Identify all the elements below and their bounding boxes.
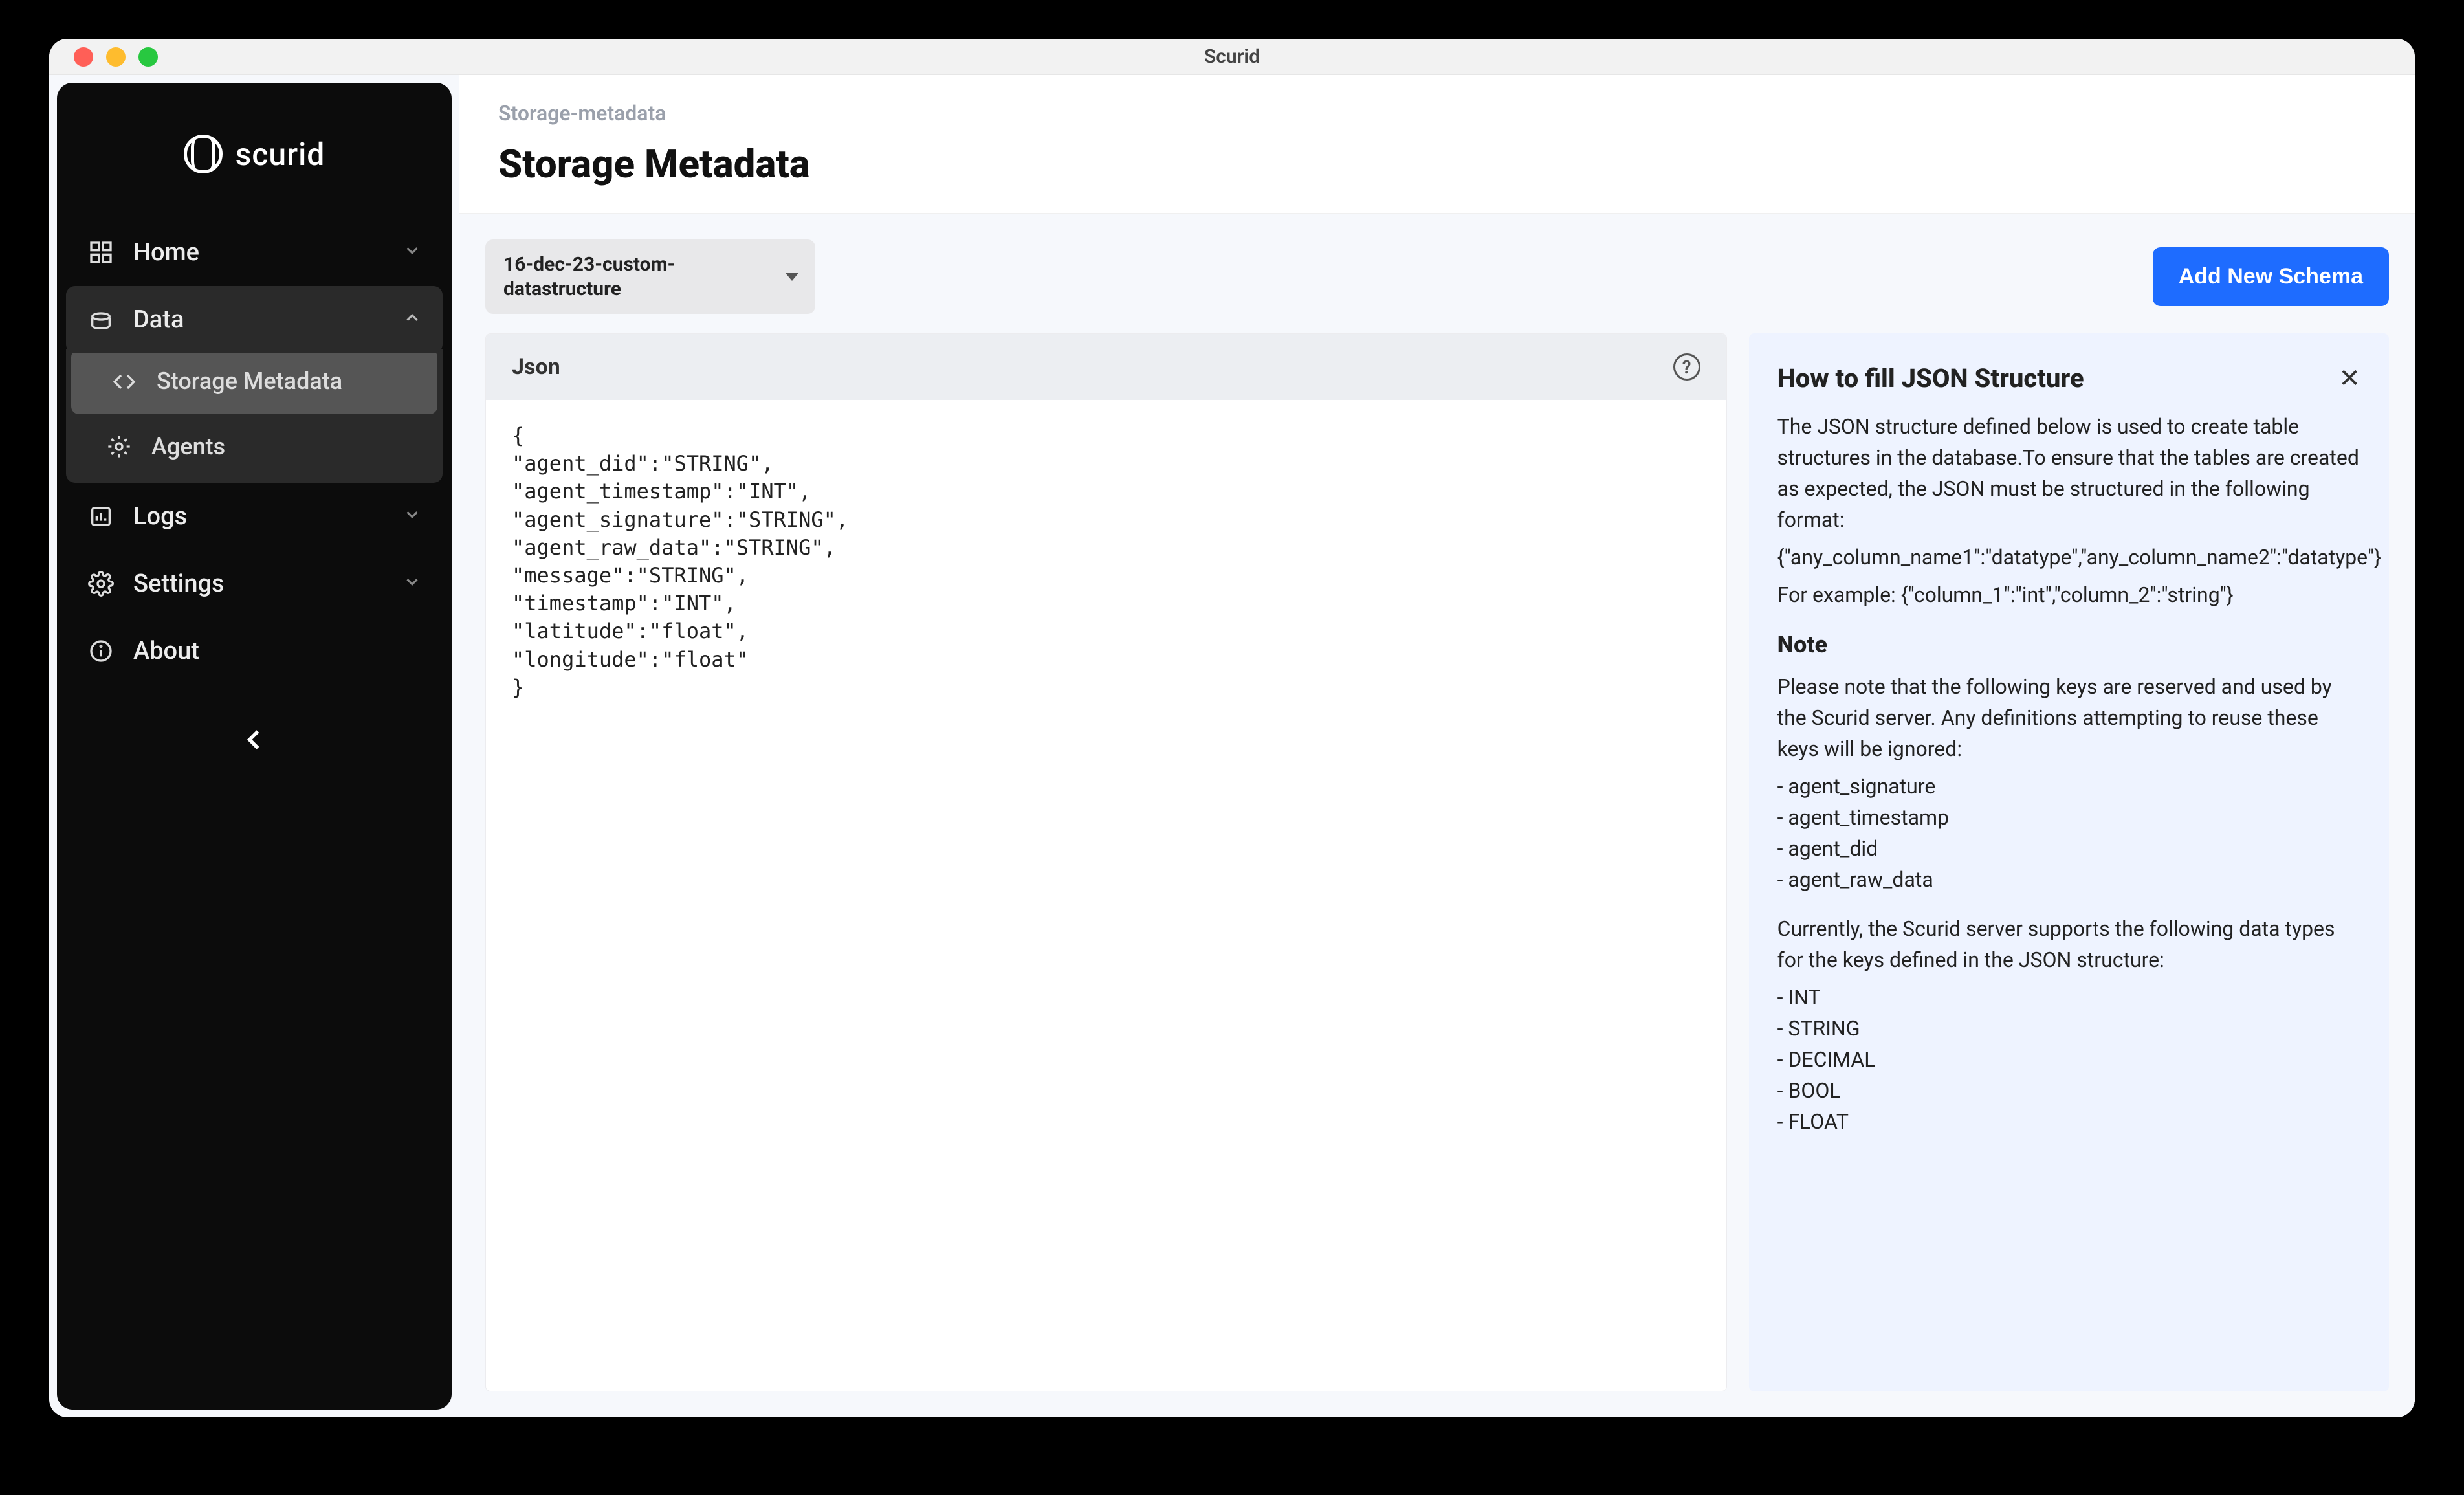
sidebar-item-settings[interactable]: Settings (66, 550, 443, 617)
content: 16-dec-23-custom-datastructure Add New S… (459, 214, 2415, 1417)
help-reserved-keys: - agent_signature - agent_timestamp - ag… (1777, 771, 2360, 895)
sidebar-item-label: Home (133, 238, 199, 267)
logs-icon (87, 502, 115, 531)
help-icon[interactable]: ? (1673, 353, 1700, 381)
titlebar: Scurid (49, 39, 2415, 75)
sidebar-item-label: Storage Metadata (157, 368, 342, 395)
help-note-intro: Please note that the following keys are … (1777, 671, 2360, 764)
sidebar-item-storage-metadata[interactable]: Storage Metadata (71, 349, 437, 414)
code-icon (110, 368, 138, 396)
json-panel-header: Json ? (486, 334, 1726, 400)
close-icon[interactable]: ✕ (2338, 359, 2360, 398)
help-example: For example: {"column_1":"int","column_2… (1777, 579, 2360, 610)
sidebar-item-logs[interactable]: Logs (66, 483, 443, 550)
agents-icon (105, 432, 133, 461)
help-note-heading: Note (1777, 627, 2360, 662)
app-body: scurid Home Data (49, 75, 2415, 1417)
panels: Json ? { "agent_did":"STRING", "agent_ti… (485, 333, 2389, 1391)
page-title: Storage Metadata (498, 141, 2376, 187)
chevron-down-icon (402, 570, 422, 598)
breadcrumb: Storage-metadata (498, 101, 2376, 126)
main: Storage-metadata Storage Metadata 16-dec… (459, 75, 2415, 1417)
sidebar-item-label: Agents (151, 433, 225, 460)
chevron-down-icon (402, 502, 422, 531)
help-panel: How to fill JSON Structure ✕ The JSON st… (1749, 333, 2389, 1391)
sidebar-item-label: Settings (133, 570, 225, 598)
sidebar: scurid Home Data (57, 83, 452, 1410)
sidebar-item-home[interactable]: Home (66, 219, 443, 286)
help-format-example: {"any_column_name1":"datatype","any_colu… (1777, 542, 2360, 573)
window-controls (49, 47, 158, 67)
brand-logo: scurid (66, 115, 443, 219)
help-panel-title-text: How to fill JSON Structure (1777, 359, 2084, 398)
minimize-window-button[interactable] (106, 47, 126, 67)
info-icon (87, 637, 115, 665)
sidebar-item-data[interactable]: Data (66, 286, 443, 353)
app-window: Scurid scurid Home Data (49, 39, 2415, 1417)
json-panel-title: Json (512, 354, 560, 380)
chevron-up-icon (402, 305, 422, 334)
help-intro: The JSON structure defined below is used… (1777, 411, 2360, 535)
help-types-intro: Currently, the Scurid server supports th… (1777, 913, 2360, 975)
schema-select-value: 16-dec-23-custom-datastructure (503, 253, 675, 300)
sidebar-item-about[interactable]: About (66, 617, 443, 685)
sidebar-item-label: Logs (133, 502, 187, 531)
logo-icon (184, 135, 223, 173)
schema-select[interactable]: 16-dec-23-custom-datastructure (485, 239, 815, 314)
window-title: Scurid (49, 45, 2415, 68)
sidebar-item-agents[interactable]: Agents (66, 414, 443, 479)
sidebar-item-label: About (133, 637, 199, 665)
close-window-button[interactable] (74, 47, 93, 67)
add-schema-button[interactable]: Add New Schema (2153, 247, 2389, 306)
help-types-list: - INT - STRING - DECIMAL - BOOL - FLOAT (1777, 982, 2360, 1137)
sidebar-collapse-button[interactable] (238, 724, 270, 756)
data-icon (87, 305, 115, 334)
maximize-window-button[interactable] (138, 47, 158, 67)
chevron-down-icon (402, 238, 422, 267)
sidebar-item-label: Data (133, 305, 184, 334)
json-body[interactable]: { "agent_did":"STRING", "agent_timestamp… (486, 400, 1726, 724)
page-header: Storage-metadata Storage Metadata (459, 75, 2415, 214)
json-panel: Json ? { "agent_did":"STRING", "agent_ti… (485, 333, 1727, 1391)
home-icon (87, 238, 115, 267)
toolbar: 16-dec-23-custom-datastructure Add New S… (485, 239, 2389, 314)
gear-icon (87, 570, 115, 598)
help-panel-title: How to fill JSON Structure ✕ (1777, 359, 2360, 398)
sidebar-data-children: Storage Metadata Agents (66, 349, 443, 483)
brand-name: scurid (236, 136, 325, 173)
